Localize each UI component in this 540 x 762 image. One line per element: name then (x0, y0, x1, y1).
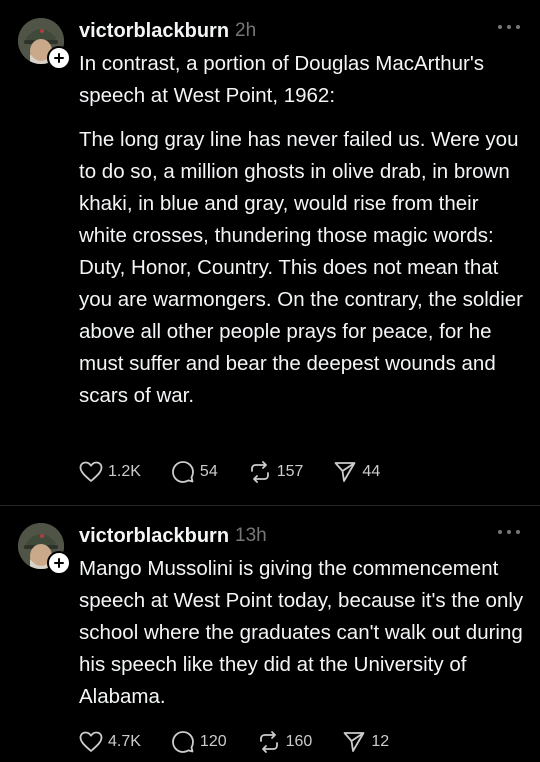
more-dots-icon[interactable] (498, 528, 520, 536)
follow-button[interactable] (47, 46, 71, 70)
post-header: victorblackburn 2h (79, 17, 520, 45)
post-actions: 4.7K 120 160 12 (79, 730, 419, 754)
like-count: 4.7K (108, 733, 141, 750)
username[interactable]: victorblackburn (79, 20, 229, 43)
post-text: In contrast, a portion of Douglas MacArt… (79, 52, 490, 107)
like-count: 1.2K (108, 463, 141, 480)
like-button[interactable]: 1.2K (79, 461, 141, 483)
plus-icon (54, 53, 64, 63)
post-actions: 1.2K 54 157 44 (79, 460, 410, 484)
heart-icon (79, 461, 103, 482)
timestamp[interactable]: 13h (235, 525, 267, 547)
reply-button[interactable]: 120 (171, 730, 227, 754)
username[interactable]: victorblackburn (79, 525, 229, 548)
share-button[interactable]: 44 (333, 460, 380, 484)
share-count: 44 (362, 463, 381, 480)
more-dots-icon[interactable] (498, 23, 520, 31)
plus-icon (54, 558, 64, 568)
follow-button[interactable] (47, 551, 71, 575)
comment-icon (172, 461, 194, 483)
send-icon (335, 462, 356, 482)
post-text: Mango Mussolini is giving the commenceme… (79, 557, 529, 708)
share-count: 12 (371, 733, 390, 750)
post-header: victorblackburn 13h (79, 522, 520, 550)
timestamp[interactable]: 2h (235, 20, 256, 42)
repost-icon (250, 461, 269, 483)
comment-icon (172, 731, 194, 753)
repost-button[interactable]: 160 (257, 730, 313, 754)
avatar[interactable] (18, 18, 71, 70)
repost-count: 160 (285, 733, 313, 750)
post: victorblackburn 13h Mango Mussolini is g… (0, 505, 540, 762)
post: victorblackburn 2h In contrast, a portio… (0, 0, 540, 505)
reply-count: 54 (199, 463, 218, 480)
repost-button[interactable]: 157 (248, 460, 304, 484)
share-button[interactable]: 12 (342, 730, 389, 754)
repost-icon (259, 731, 278, 753)
heart-icon (79, 731, 103, 752)
post-quote-text: The long gray line has never failed us. … (79, 128, 529, 407)
reply-button[interactable]: 54 (171, 460, 218, 484)
avatar[interactable] (18, 523, 71, 575)
send-icon (343, 732, 365, 752)
reply-count: 120 (199, 733, 227, 750)
like-button[interactable]: 4.7K (79, 731, 141, 753)
repost-count: 157 (276, 463, 304, 480)
